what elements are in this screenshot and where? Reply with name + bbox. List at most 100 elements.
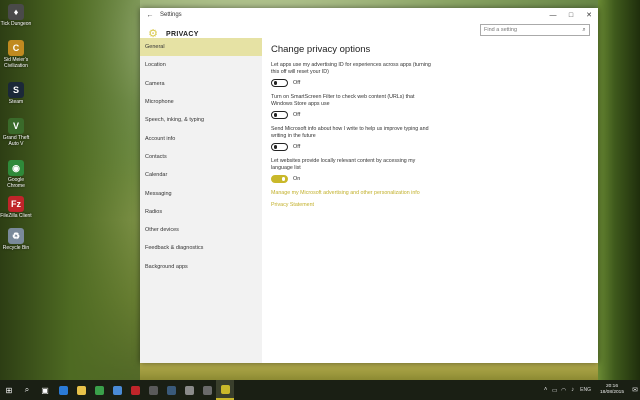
system-tray: ˄ ▭ ◠ ♪ ENG 20:16 18/08/2015 ✉ [541,380,640,400]
taskbar-app-gta[interactable] [144,380,162,400]
desktop-icon[interactable]: C Sid Meier's Civilization [2,40,30,69]
notifications-icon[interactable]: ✉ [630,386,640,394]
minimize-button[interactable]: — [544,12,562,19]
main-content: Change privacy options Let apps use my a… [271,44,591,208]
chrome-icon: ◉ [8,160,24,176]
sidebar-item-account-info[interactable]: Account info [140,129,262,147]
taskbar-app-filezilla[interactable] [126,380,144,400]
privacy-option: Let apps use my advertising ID for exper… [271,62,591,87]
sidebar-item-location[interactable]: Location [140,56,262,74]
desktop-icon-label: Sid Meier's Civilization [3,57,29,69]
start-button[interactable]: ⊞ [0,380,18,400]
sidebar-item-calendar[interactable]: Calendar [140,166,262,184]
toggle-state-label: On [293,176,301,182]
wallpaper-grass [140,362,598,380]
sidebar-item-background-apps[interactable]: Background apps [140,258,262,276]
sidebar-item-microphone[interactable]: Microphone [140,93,262,111]
chevron-up-icon[interactable]: ˄ [541,387,550,393]
desktop-icon[interactable]: Fz FileZilla Client [0,196,32,219]
desktop-icon-label: Tick Dungeon [0,21,32,27]
desktop-icon[interactable]: V Grand Theft Auto V [2,118,30,147]
task-view-icon[interactable]: ▣ [36,380,54,400]
steam-icon [166,385,176,395]
taskbar-app-app[interactable] [180,380,198,400]
store-icon [112,385,122,395]
options-list: Let apps use my advertising ID for exper… [271,62,591,183]
taskbar: ⊞ ⌕ ▣ ˄ ▭ ◠ ♪ ENG 20:16 18/08/2015 ✉ [0,380,640,400]
option-description: Let apps use my advertising ID for exper… [271,62,431,75]
manage-advertising-link[interactable]: Manage my Microsoft advertising and othe… [271,190,591,196]
game-icon: ♦ [8,4,24,20]
sidebar-item-general[interactable]: General [140,38,262,57]
clock-date: 18/08/2015 [599,390,624,395]
search-icon[interactable]: ⌕ [18,380,36,400]
wifi-icon[interactable]: ◠ [559,387,568,394]
sidebar-item-radios[interactable]: Radios [140,203,262,221]
taskbar-app-store[interactable] [108,380,126,400]
battery-icon[interactable]: ▭ [550,387,559,394]
toggle-knob [273,81,277,85]
taskbar-app-chrome[interactable] [90,380,108,400]
taskbar-apps [54,380,234,400]
steam-icon: S [8,82,24,98]
language-indicator[interactable]: ENG [580,387,591,393]
desktop-icon-label: Grand Theft Auto V [2,135,30,147]
settings-icon [220,384,230,394]
gta-icon: V [8,118,24,134]
sidebar-item-feedback-diagnostics[interactable]: Feedback & diagnostics [140,239,262,257]
calculator-icon [202,385,212,395]
toggle-row: Off [271,143,591,151]
desktop-icon[interactable]: S Steam [2,82,30,105]
gta-icon [148,385,158,395]
toggle-knob [281,177,285,181]
toggle-switch[interactable] [271,143,288,151]
search-placeholder[interactable]: Find a setting [481,27,579,33]
sidebar-item-camera[interactable]: Camera [140,75,262,93]
sidebar-item-other-devices[interactable]: Other devices [140,221,262,239]
back-arrow-icon[interactable]: ← [140,12,160,19]
toggle-state-label: Off [293,144,301,150]
chrome-icon [94,385,104,395]
civ-icon: C [8,40,24,56]
option-description: Send Microsoft info about how I write to… [271,126,429,139]
clock[interactable]: 20:16 18/08/2015 [594,384,630,396]
search-icon[interactable]: ⌕ [579,27,589,34]
title-bar: ← Settings — □ ✕ [140,8,598,22]
taskbar-app-edge[interactable] [54,380,72,400]
volume-icon[interactable]: ♪ [568,387,577,393]
sidebar-item-speech-inking-typing[interactable]: Speech, inking, & typing [140,111,262,129]
settings-window: ← Settings — □ ✕ ⚙ PRIVACY Find a settin… [140,8,598,363]
desktop-icon-label: Steam [8,99,24,105]
filezilla-icon [130,385,140,395]
explorer-icon [76,385,86,395]
option-description: Turn on SmartScreen Filter to check web … [271,94,415,107]
desktop-icon[interactable]: ♻ Recycle Bin [2,228,30,251]
privacy-statement-link[interactable]: Privacy Statement [271,202,591,208]
recycle-bin-icon: ♻ [8,228,24,244]
taskbar-app-settings[interactable] [216,380,234,400]
page-title: Change privacy options [271,44,371,55]
section-title: PRIVACY [166,30,199,38]
filezilla-icon: Fz [8,196,24,212]
desktop-icon-label: Google Chrome [7,177,25,189]
toggle-row: On [271,175,591,183]
taskbar-app-calculator[interactable] [198,380,216,400]
sidebar-item-contacts[interactable]: Contacts [140,148,262,166]
toggle-switch[interactable] [271,175,288,183]
search-input[interactable]: Find a setting ⌕ [480,24,590,36]
taskbar-app-explorer[interactable] [72,380,90,400]
maximize-button[interactable]: □ [562,12,580,19]
toggle-switch[interactable] [271,111,288,119]
sidebar-item-messaging[interactable]: Messaging [140,184,262,202]
desktop-icon-label: FileZilla Client [0,213,32,219]
desktop-icon[interactable]: ♦ Tick Dungeon [0,4,32,27]
close-button[interactable]: ✕ [580,11,598,19]
toggle-switch[interactable] [271,79,288,87]
desktop-icon-label: Recycle Bin [2,245,30,251]
desktop-icon[interactable]: ◉ Google Chrome [2,160,30,189]
option-description: Let websites provide locally relevant co… [271,158,416,171]
toggle-state-label: Off [293,112,301,118]
toggle-state-label: Off [293,80,301,86]
privacy-option: Turn on SmartScreen Filter to check web … [271,94,591,119]
taskbar-app-steam[interactable] [162,380,180,400]
